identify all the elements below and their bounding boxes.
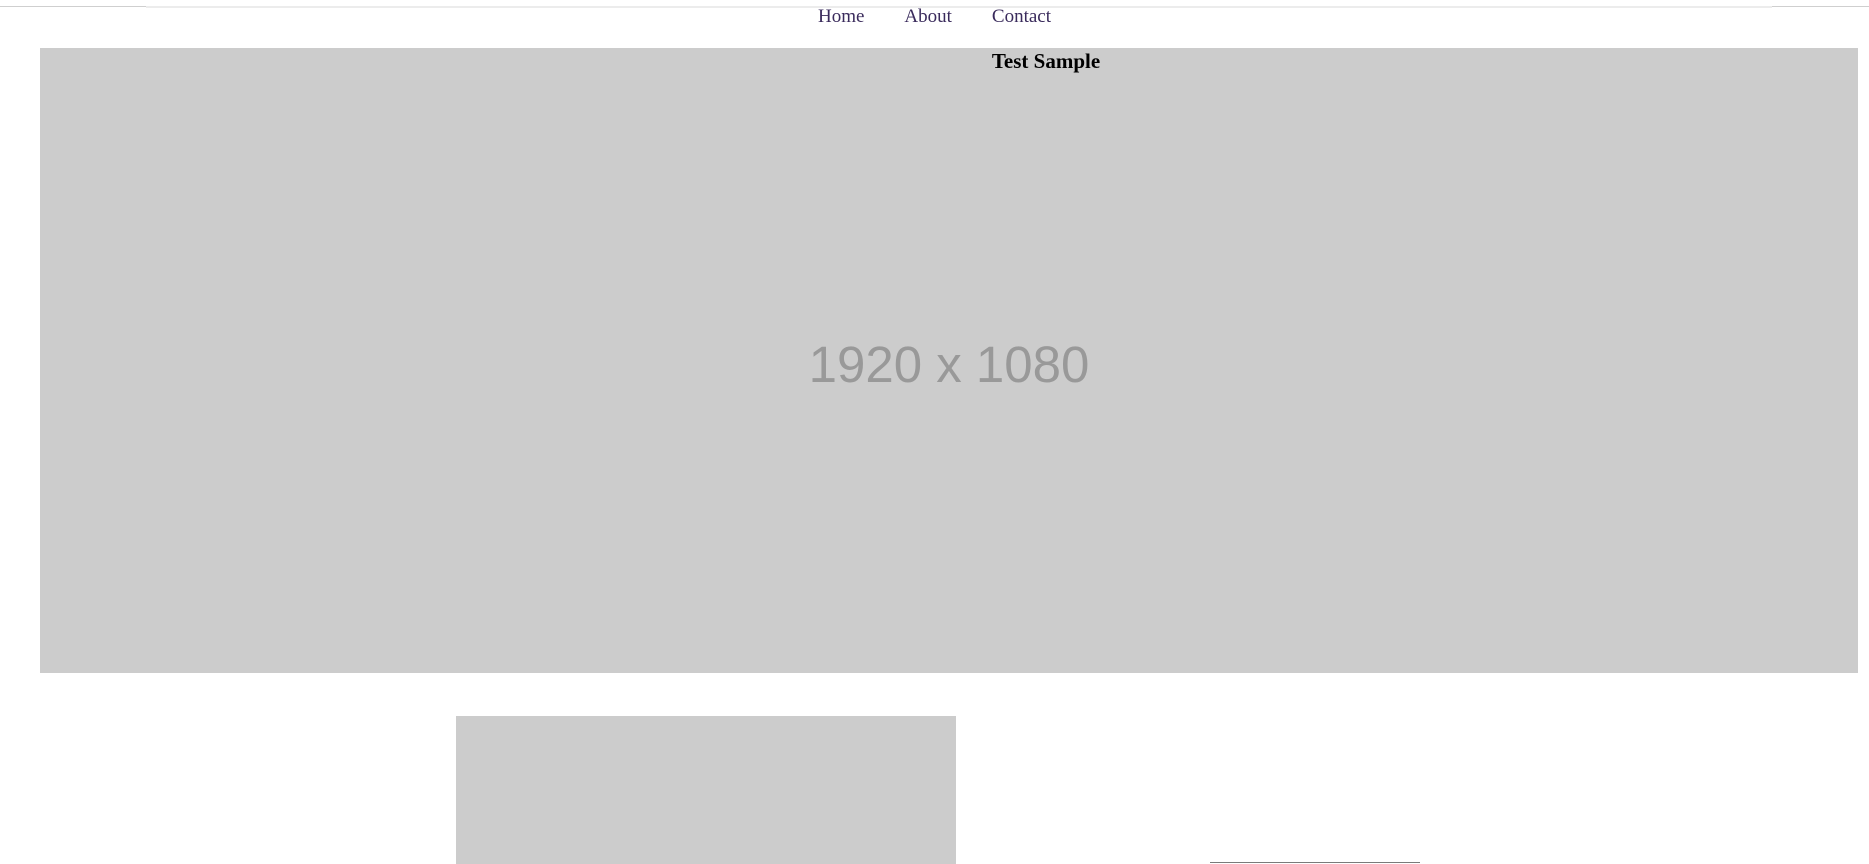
nav-link-about[interactable]: About [904, 4, 952, 30]
main-nav: Home About Contact [0, 4, 1869, 30]
nav-link-home[interactable]: Home [818, 4, 864, 30]
page: Home About Contact Test Sample 1920 x 10… [0, 0, 1869, 864]
hero-image-placeholder: Test Sample 1920 x 1080 [40, 48, 1858, 673]
hero-placeholder-dimensions: 1920 x 1080 [808, 336, 1090, 393]
thumbnail-image-placeholder [456, 716, 956, 864]
page-title: Test Sample [991, 49, 1101, 73]
nav-link-contact[interactable]: Contact [992, 4, 1051, 30]
bottom-divider [1210, 862, 1420, 863]
